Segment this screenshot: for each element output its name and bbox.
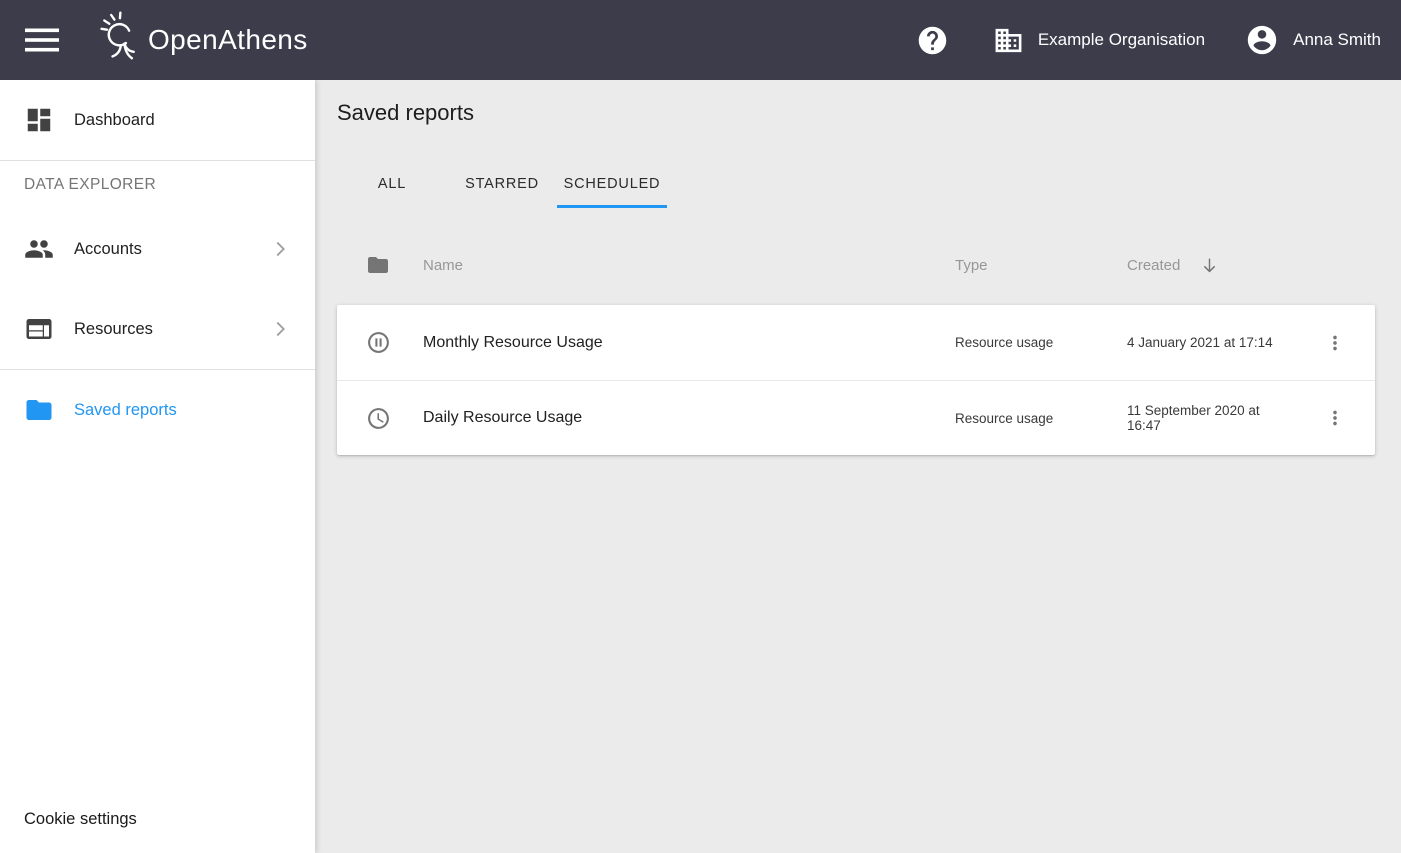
brand-name: OpenAthens xyxy=(148,24,308,56)
clock-icon xyxy=(366,406,391,431)
folder-icon xyxy=(24,395,54,425)
menu-icon xyxy=(24,25,60,55)
menu-button[interactable] xyxy=(20,18,64,62)
kebab-icon xyxy=(1324,407,1346,429)
sidebar-section-data-explorer: DATA EXPLORER xyxy=(0,161,315,209)
column-header-created-label: Created xyxy=(1127,257,1180,274)
column-header-created[interactable]: Created xyxy=(1127,256,1295,275)
brand[interactable]: OpenAthens xyxy=(96,11,308,70)
column-header-name[interactable]: Name xyxy=(423,257,955,274)
organisation-switcher[interactable]: Example Organisation xyxy=(993,25,1205,56)
chevron-right-icon xyxy=(269,238,291,260)
column-header-type[interactable]: Type xyxy=(955,257,1127,274)
row-actions-button[interactable] xyxy=(1315,398,1355,438)
organisation-name: Example Organisation xyxy=(1038,30,1205,50)
sidebar-item-dashboard[interactable]: Dashboard xyxy=(0,80,315,160)
main-content: Saved reports ALL STARRED SCHEDULED Name… xyxy=(315,80,1401,853)
topbar: OpenAthens Example Organisation xyxy=(0,0,1401,80)
sidebar: Dashboard DATA EXPLORER Accounts Resourc… xyxy=(0,80,315,853)
report-name: Monthly Resource Usage xyxy=(423,334,955,352)
avatar-icon xyxy=(1245,23,1279,57)
report-name: Daily Resource Usage xyxy=(423,409,955,427)
sidebar-item-resources[interactable]: Resources xyxy=(0,289,315,369)
sidebar-item-label: Resources xyxy=(74,320,153,339)
sidebar-item-label: Accounts xyxy=(74,240,142,259)
organisation-icon xyxy=(993,25,1024,56)
folder-icon xyxy=(366,253,390,277)
tab-all[interactable]: ALL xyxy=(337,159,447,208)
chevron-right-icon xyxy=(269,318,291,340)
page-title: Saved reports xyxy=(337,100,1401,126)
help-button[interactable] xyxy=(913,20,953,60)
sidebar-item-saved-reports[interactable]: Saved reports xyxy=(0,370,315,450)
resources-icon xyxy=(24,314,54,344)
report-type: Resource usage xyxy=(955,335,1127,350)
sidebar-item-label: Dashboard xyxy=(74,111,155,130)
report-created: 11 September 2020 at 16:47 xyxy=(1127,403,1295,433)
kebab-icon xyxy=(1324,332,1346,354)
pause-circle-icon xyxy=(366,330,391,355)
tab-starred[interactable]: STARRED xyxy=(447,159,557,208)
accounts-icon xyxy=(24,234,54,264)
sidebar-item-label: Saved reports xyxy=(74,401,177,420)
openathens-logo-icon xyxy=(96,11,142,70)
dashboard-icon xyxy=(24,105,54,135)
report-type: Resource usage xyxy=(955,411,1127,426)
tab-scheduled[interactable]: SCHEDULED xyxy=(557,159,667,208)
row-actions-button[interactable] xyxy=(1315,323,1355,363)
saved-reports-table: Name Type Created xyxy=(337,240,1375,455)
topbar-actions: Example Organisation Anna Smith xyxy=(913,20,1381,60)
help-icon xyxy=(916,24,949,57)
cookie-settings-link[interactable]: Cookie settings xyxy=(24,810,137,829)
report-created: 4 January 2021 at 17:14 xyxy=(1127,335,1295,350)
user-menu[interactable]: Anna Smith xyxy=(1245,23,1381,57)
tab-bar: ALL STARRED SCHEDULED xyxy=(337,159,1401,208)
table-header: Name Type Created xyxy=(337,240,1375,290)
reports-card: Monthly Resource Usage Resource usage 4 … xyxy=(337,305,1375,455)
sort-desc-icon[interactable] xyxy=(1200,256,1219,275)
user-name: Anna Smith xyxy=(1293,30,1381,50)
table-row[interactable]: Monthly Resource Usage Resource usage 4 … xyxy=(337,305,1375,380)
sidebar-item-accounts[interactable]: Accounts xyxy=(0,209,315,289)
table-row[interactable]: Daily Resource Usage Resource usage 11 S… xyxy=(337,380,1375,455)
